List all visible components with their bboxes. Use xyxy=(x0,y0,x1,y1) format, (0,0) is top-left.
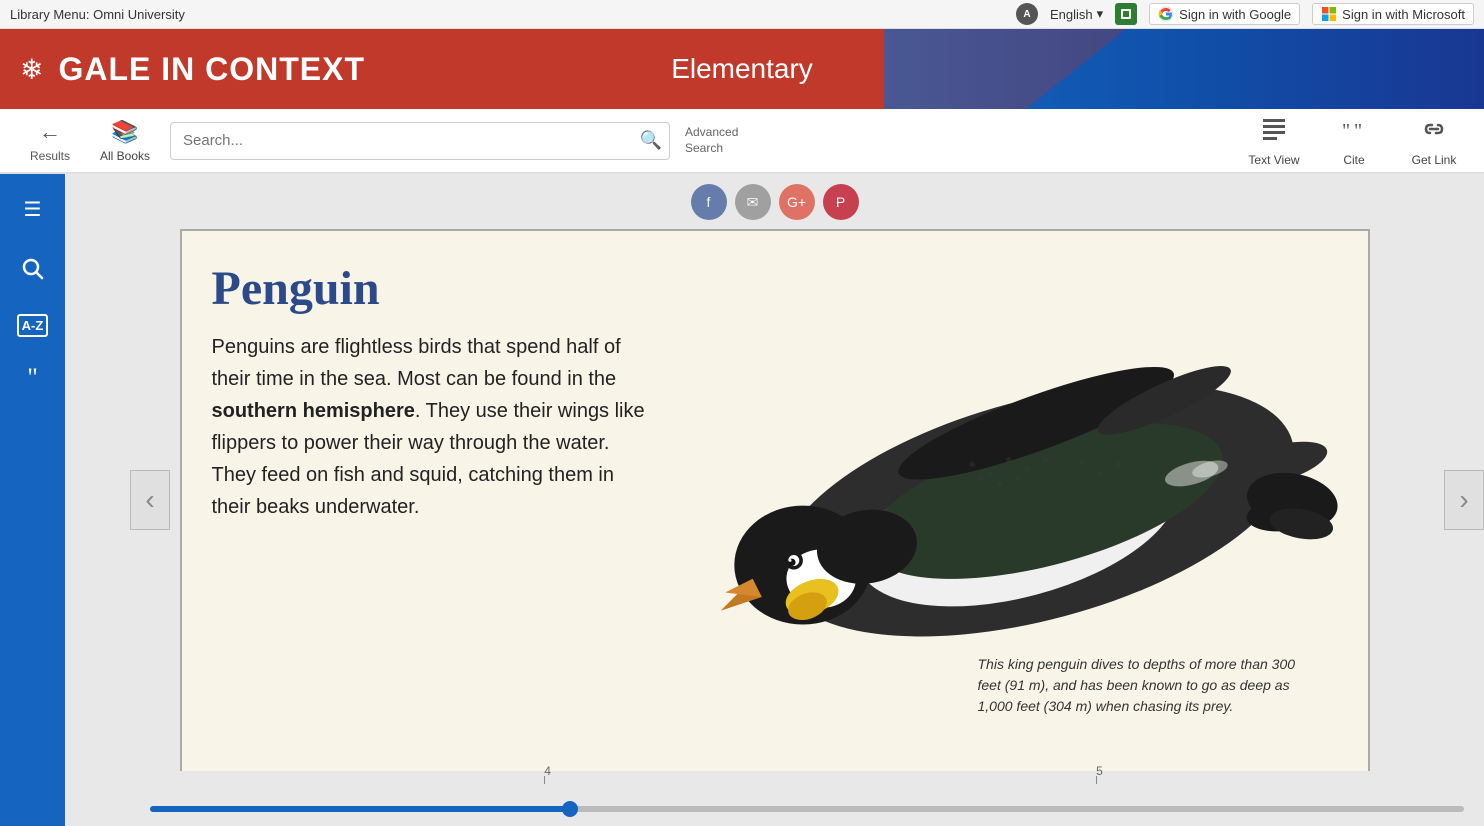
svg-text:": " xyxy=(1354,120,1362,142)
brand-bar: ❄ GALE IN CONTEXT Elementary xyxy=(0,29,1484,109)
sidebar-glossary-icon[interactable]: A-Z xyxy=(17,314,49,337)
page-text-area: Penguin Penguins are flightless birds th… xyxy=(212,261,652,757)
image-caption: This king penguin dives to depths of mor… xyxy=(978,654,1318,717)
progress-marker xyxy=(562,801,578,817)
language-dropdown-icon: ▾ xyxy=(1097,6,1104,22)
share-google-button[interactable]: G+ xyxy=(779,184,815,220)
get-link-button[interactable]: Get Link xyxy=(1404,115,1464,167)
books-icon: 📚 xyxy=(111,119,138,145)
microsoft-logo xyxy=(1321,6,1337,22)
top-bar: Library Menu: Omni University A English … xyxy=(0,0,1484,29)
advanced-search-line1: Advanced xyxy=(685,125,738,141)
search-input[interactable] xyxy=(170,122,670,160)
svg-text:": " xyxy=(1342,120,1350,142)
top-bar-actions: A English ▾ Sign in with Google xyxy=(1016,3,1474,25)
get-link-label: Get Link xyxy=(1412,153,1457,167)
sidebar-cite-icon[interactable]: " xyxy=(19,357,46,399)
classroom-svg xyxy=(1119,7,1133,21)
bottom-bar: 4 5 xyxy=(130,771,1484,826)
page-number-4: 4 xyxy=(544,764,551,778)
text-view-button[interactable]: Text View xyxy=(1244,115,1304,167)
next-page-button[interactable]: › xyxy=(1444,470,1484,530)
gale-snowflake-icon: ❄ xyxy=(20,53,43,86)
next-arrow-icon: › xyxy=(1459,484,1468,516)
text-view-label: Text View xyxy=(1248,153,1299,167)
language-label: English xyxy=(1050,7,1093,22)
cite-label: Cite xyxy=(1343,153,1364,167)
email-icon: ✉ xyxy=(747,194,759,211)
right-toolbar: Text View " " Cite Get Link xyxy=(1244,115,1464,167)
results-button[interactable]: ← Results xyxy=(20,119,80,163)
sign-in-google-label: Sign in with Google xyxy=(1179,7,1291,22)
left-sidebar: ☰ A-Z " xyxy=(0,174,65,826)
page-image-area: This king penguin dives to depths of mor… xyxy=(652,261,1338,757)
library-menu-label: Library Menu: Omni University xyxy=(10,7,1016,22)
cite-button[interactable]: " " Cite xyxy=(1324,115,1384,167)
google-logo xyxy=(1158,6,1174,22)
google-classroom-icon[interactable] xyxy=(1115,3,1137,25)
page-number-5: 5 xyxy=(1096,764,1103,778)
progress-track xyxy=(150,806,1464,812)
advanced-search-link[interactable]: Advanced Search xyxy=(685,125,738,156)
progress-area: 4 5 xyxy=(150,786,1464,812)
brand-logo: ❄ GALE IN CONTEXT xyxy=(20,51,365,88)
search-submit-button[interactable]: 🔍 xyxy=(640,130,662,151)
language-selector[interactable]: English ▾ xyxy=(1050,6,1103,22)
tick-mark-5 xyxy=(1096,776,1097,784)
book-page: Penguin Penguins are flightless birds th… xyxy=(180,229,1370,779)
sign-in-microsoft-label: Sign in with Microsoft xyxy=(1342,7,1465,22)
link-icon xyxy=(1420,115,1448,149)
text-view-icon xyxy=(1260,115,1288,149)
sidebar-search-icon[interactable] xyxy=(14,250,52,294)
gale-title: GALE IN CONTEXT xyxy=(58,51,365,88)
pinterest-icon: P xyxy=(836,194,845,210)
tick-mark-4 xyxy=(544,776,545,784)
search-toolbar: ← Results 📚 All Books 🔍 Advanced Search … xyxy=(0,109,1484,174)
cite-icon: " " xyxy=(1340,115,1368,149)
all-books-label: All Books xyxy=(100,149,150,163)
share-buttons: f ✉ G+ P xyxy=(691,184,859,220)
progress-fill xyxy=(150,806,570,812)
accessibility-icon: A xyxy=(1016,3,1038,25)
main-area: ☰ A-Z " f ✉ G+ P Penguin xyxy=(0,174,1484,826)
search-box: 🔍 xyxy=(170,122,670,160)
share-email-button[interactable]: ✉ xyxy=(735,184,771,220)
back-arrow-icon: ← xyxy=(39,119,61,145)
facebook-icon: f xyxy=(707,194,711,210)
share-facebook-button[interactable]: f xyxy=(691,184,727,220)
article-title: Penguin xyxy=(212,261,652,316)
results-label: Results xyxy=(30,149,70,163)
prev-page-button[interactable]: ‹ xyxy=(130,470,170,530)
sign-in-google-button[interactable]: Sign in with Google xyxy=(1149,3,1300,25)
content-area: f ✉ G+ P Penguin Penguins are flightless… xyxy=(65,174,1484,826)
product-subtitle: Elementary xyxy=(671,53,813,85)
sign-in-microsoft-button[interactable]: Sign in with Microsoft xyxy=(1312,3,1474,25)
sidebar-menu-icon[interactable]: ☰ xyxy=(16,189,50,230)
all-books-button[interactable]: 📚 All Books xyxy=(95,119,155,163)
share-pinterest-button[interactable]: P xyxy=(823,184,859,220)
article-body: Penguins are flightless birds that spend… xyxy=(212,331,652,523)
google-share-icon: G+ xyxy=(787,194,806,210)
advanced-search-line2: Search xyxy=(685,141,738,157)
prev-arrow-icon: ‹ xyxy=(145,484,154,516)
